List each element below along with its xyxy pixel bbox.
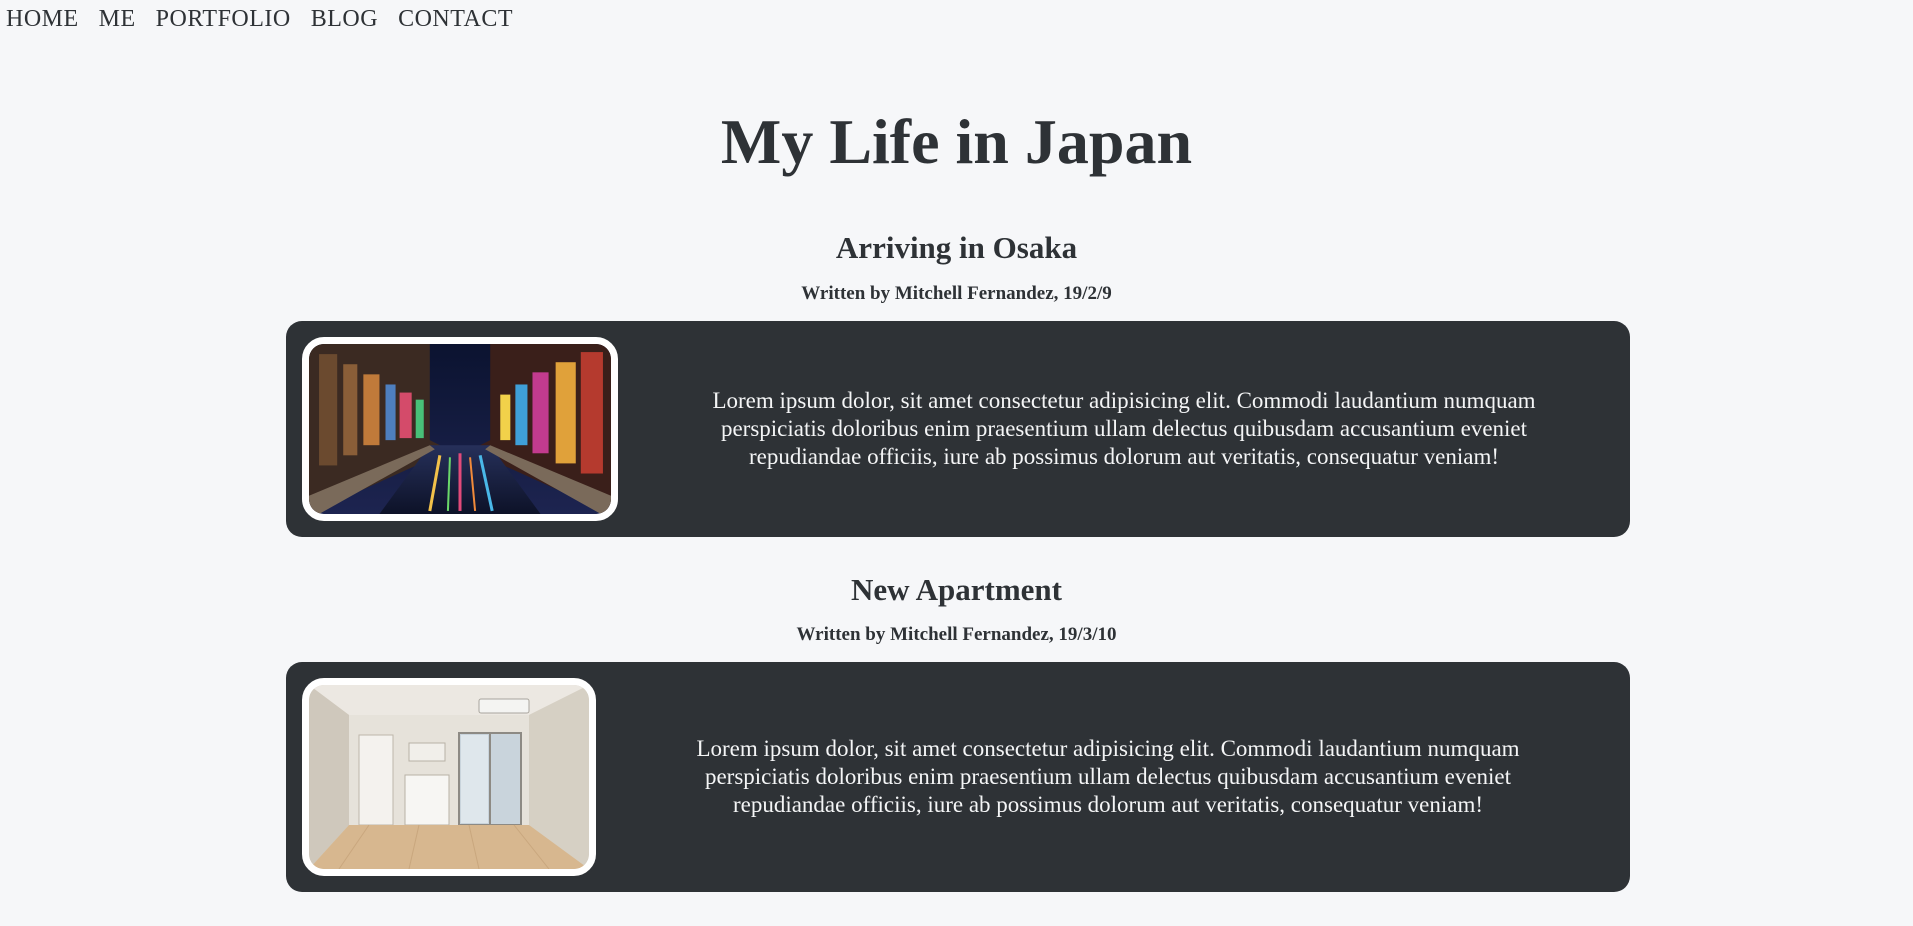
post-image [302, 337, 618, 521]
osaka-canal-image [309, 344, 611, 514]
nav-portfolio-link[interactable]: PORTFOLIO [156, 6, 291, 33]
nav-contact-link[interactable]: CONTACT [398, 6, 513, 33]
post-title: Arriving in Osaka [835, 230, 1078, 265]
post-card: Lorem ipsum dolor, sit amet consectetur … [286, 662, 1630, 892]
post-image [302, 678, 596, 876]
post-body-text: Lorem ipsum dolor, sit amet consectetur … [696, 736, 1520, 817]
page-title: My Life in Japan [720, 106, 1193, 177]
top-nav: HOME ME PORTFOLIO BLOG CONTACT [6, 6, 513, 33]
post-body: Lorem ipsum dolor, sit amet consectetur … [668, 321, 1580, 537]
nav-home-link[interactable]: HOME [6, 6, 79, 33]
nav-me-link[interactable]: ME [99, 6, 136, 33]
post-body-text: Lorem ipsum dolor, sit amet consectetur … [712, 388, 1536, 469]
post-body: Lorem ipsum dolor, sit amet consectetur … [646, 662, 1570, 892]
post-title: New Apartment [851, 572, 1062, 607]
post-byline: Written by Mitchell Fernandez, 19/2/9 [801, 283, 1112, 304]
nav-blog-link[interactable]: BLOG [311, 6, 378, 33]
post-byline: Written by Mitchell Fernandez, 19/3/10 [796, 624, 1117, 645]
post-card: Lorem ipsum dolor, sit amet consectetur … [286, 321, 1630, 537]
apartment-image [309, 685, 589, 869]
